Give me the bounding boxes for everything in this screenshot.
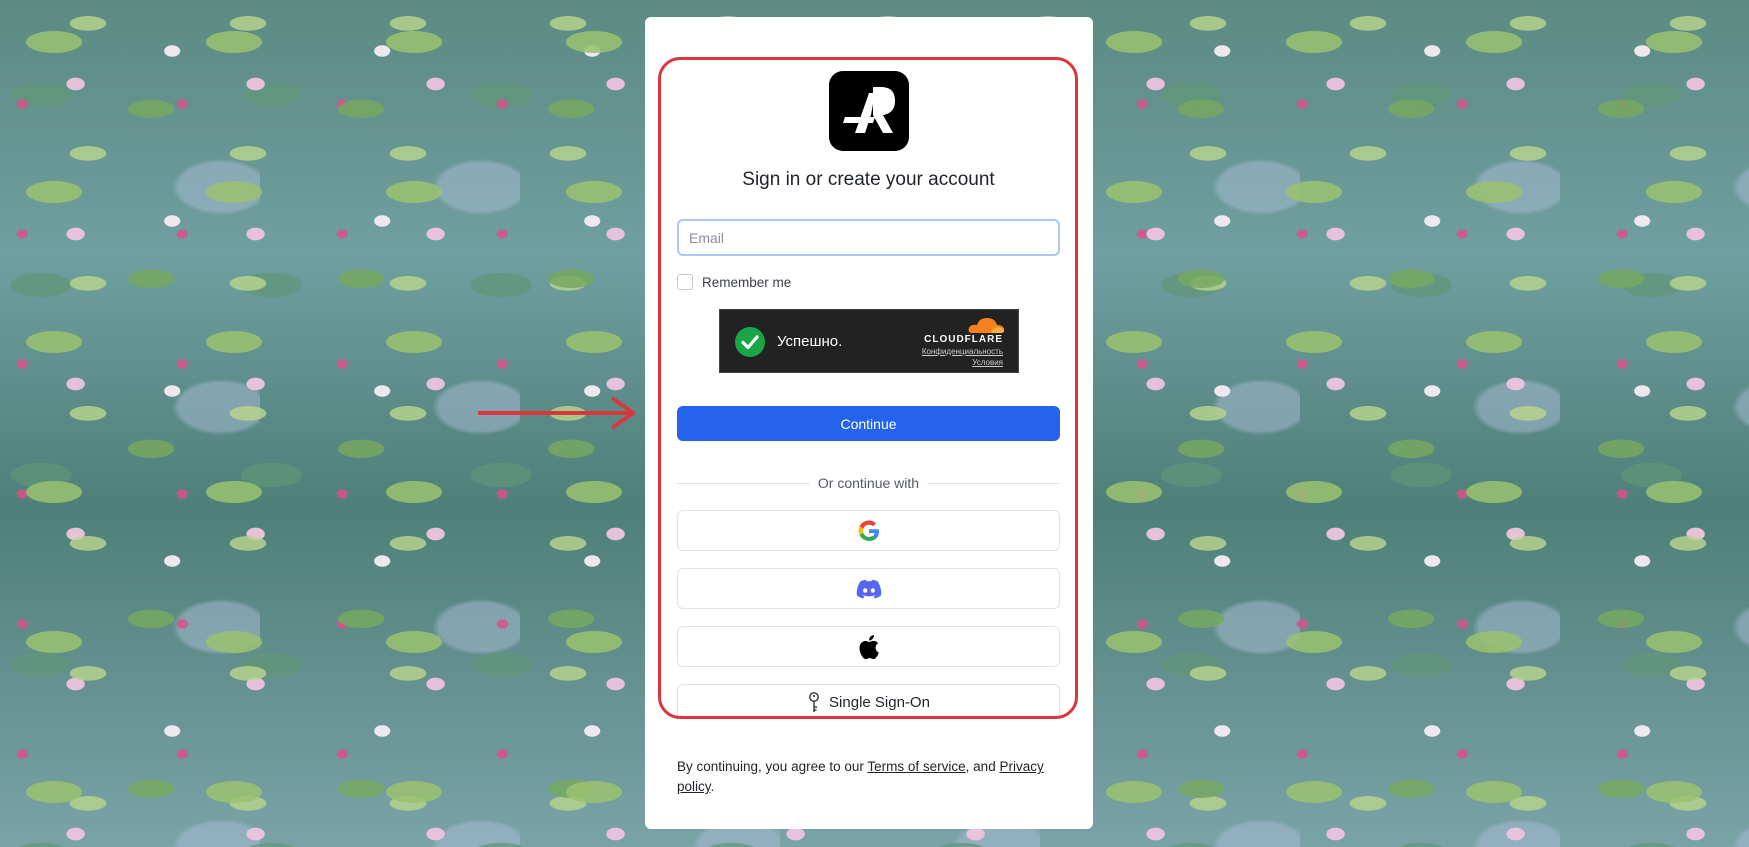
cloudflare-captcha[interactable]: Успешно. CLOUDFLARE Конфиденциальность У… <box>719 309 1019 373</box>
google-signin-button[interactable] <box>677 510 1060 551</box>
remember-me-label: Remember me <box>702 274 792 290</box>
legal-suffix: . <box>710 779 715 794</box>
sso-button[interactable]: Single Sign-On <box>677 684 1060 720</box>
legal-notice: By continuing, you agree to our Terms of… <box>677 757 1067 797</box>
page-title: Sign in or create your account <box>742 169 995 190</box>
divider-label: Or continue with <box>809 475 928 491</box>
legal-middle: , and <box>965 759 1000 774</box>
cloudflare-brand: CLOUDFLARE <box>924 334 1003 345</box>
continue-button[interactable]: Continue <box>677 406 1060 441</box>
captcha-status: Успешно. <box>777 333 843 350</box>
apple-signin-button[interactable] <box>677 626 1060 667</box>
arrow-annotation <box>478 396 635 430</box>
discord-signin-button[interactable] <box>677 568 1060 609</box>
google-icon <box>858 520 879 541</box>
remember-me-checkbox[interactable] <box>677 274 693 290</box>
discord-icon <box>856 579 881 598</box>
apple-icon <box>859 634 879 659</box>
sso-label: Single Sign-On <box>829 694 930 711</box>
captcha-privacy-link[interactable]: Конфиденциальность <box>922 347 1003 356</box>
check-icon <box>735 327 765 357</box>
app-logo-icon <box>829 71 909 151</box>
terms-of-service-link[interactable]: Terms of service <box>867 759 965 774</box>
email-input[interactable] <box>677 219 1060 256</box>
legal-prefix: By continuing, you agree to our <box>677 759 868 774</box>
captcha-terms-link[interactable]: Условия <box>972 358 1003 367</box>
key-icon <box>809 691 819 712</box>
cloudflare-icon <box>968 318 1004 333</box>
or-divider: Or continue with <box>677 475 1060 491</box>
remember-me[interactable]: Remember me <box>677 274 791 290</box>
